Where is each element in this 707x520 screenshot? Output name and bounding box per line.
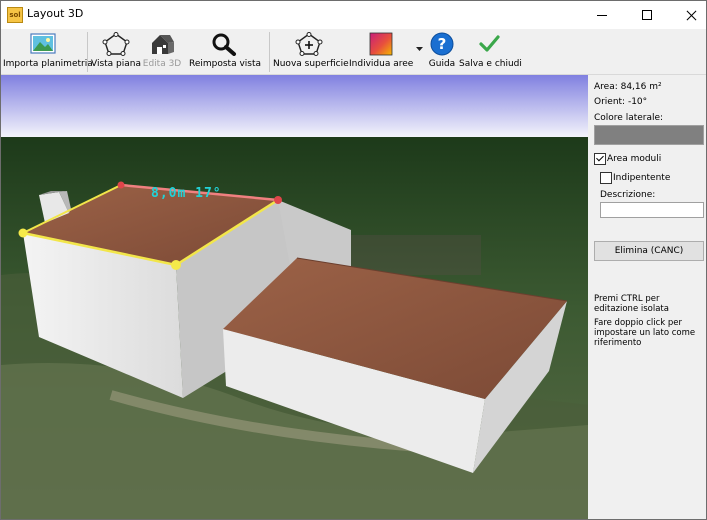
help-icon: ?	[430, 32, 454, 56]
3d-viewport[interactable]: 8,0m 17°	[1, 75, 588, 519]
edit-3d-button[interactable]: Edita 3D	[142, 29, 182, 74]
orientation-value: Orient: -10°	[594, 97, 648, 107]
toolbar-label: Reimposta vista	[189, 59, 262, 69]
independent-label: Indipentente	[613, 173, 671, 183]
description-input[interactable]	[600, 202, 704, 218]
roof-vertex[interactable]	[18, 228, 28, 238]
roof-vertex[interactable]	[171, 260, 181, 270]
toolbar-label: Edita 3D	[142, 59, 182, 69]
plan-view-icon	[102, 32, 130, 56]
help-button[interactable]: ? Guida	[425, 29, 459, 74]
properties-panel: Area: 84,16 m² Orient: -10° Colore later…	[589, 75, 706, 519]
window-title: Layout 3D	[27, 7, 84, 20]
plan-view-button[interactable]: Vista piana	[91, 29, 141, 74]
toolbar-label: Importa planimetria	[3, 59, 93, 69]
toolbar-label: Guida	[428, 59, 456, 69]
ctrl-hint: Premi CTRL per editazione isolata	[594, 294, 669, 314]
detect-areas-button[interactable]: Individua aree	[349, 29, 413, 74]
save-and-close-button[interactable]: Salva e chiudi	[459, 29, 522, 74]
toolbar-label: Individua aree	[349, 59, 414, 69]
layout-3d-window: sol Layout 3D Importa planimetria Vista …	[0, 0, 707, 520]
toolbar: Importa planimetria Vista piana Edita 3D…	[1, 29, 706, 75]
toolbar-label: Salva e chiudi	[459, 59, 522, 69]
import-floorplan-button[interactable]: Importa planimetria	[3, 29, 93, 74]
toolbar-separator	[269, 32, 270, 72]
side-color-label: Colore laterale:	[594, 113, 664, 123]
app-logo-icon: sol	[7, 7, 23, 23]
reset-view-magnifier-icon	[212, 33, 236, 56]
new-surface-button[interactable]: Nuova superficie	[273, 29, 349, 74]
description-label: Descrizione:	[600, 190, 656, 200]
detect-areas-icon	[369, 32, 393, 56]
maximize-button[interactable]	[630, 1, 664, 29]
close-button[interactable]	[674, 1, 706, 29]
delete-button[interactable]: Elimina (CANC)	[594, 241, 704, 261]
svg-text:?: ?	[438, 35, 447, 53]
3d-scene[interactable]	[1, 75, 588, 519]
chevron-down-icon[interactable]	[416, 47, 423, 52]
toolbar-label: Nuova superficie	[273, 59, 349, 69]
area-value: Area: 84,16 m²	[594, 82, 662, 92]
area-moduli-label: Area moduli	[607, 154, 662, 164]
checkmark-icon	[479, 35, 500, 52]
title-bar[interactable]: sol Layout 3D	[1, 1, 706, 29]
roof-vertex[interactable]	[117, 181, 125, 189]
toolbar-separator	[87, 32, 88, 72]
roof-dimension-label: 8,0m 17°	[151, 186, 222, 201]
reset-view-button[interactable]: Reimposta vista	[189, 29, 262, 74]
new-surface-icon	[295, 32, 323, 56]
double-click-hint: Fare doppio click per impostare un lato …	[594, 318, 696, 348]
area-moduli-checkbox[interactable]	[594, 153, 606, 165]
side-color-swatch[interactable]	[594, 125, 704, 145]
import-floorplan-icon	[30, 33, 56, 54]
house-3d-icon	[152, 35, 174, 54]
toolbar-label: Vista piana	[91, 59, 142, 69]
minimize-button[interactable]	[585, 1, 619, 29]
roof-vertex[interactable]	[274, 196, 282, 204]
independent-checkbox[interactable]	[600, 172, 612, 184]
